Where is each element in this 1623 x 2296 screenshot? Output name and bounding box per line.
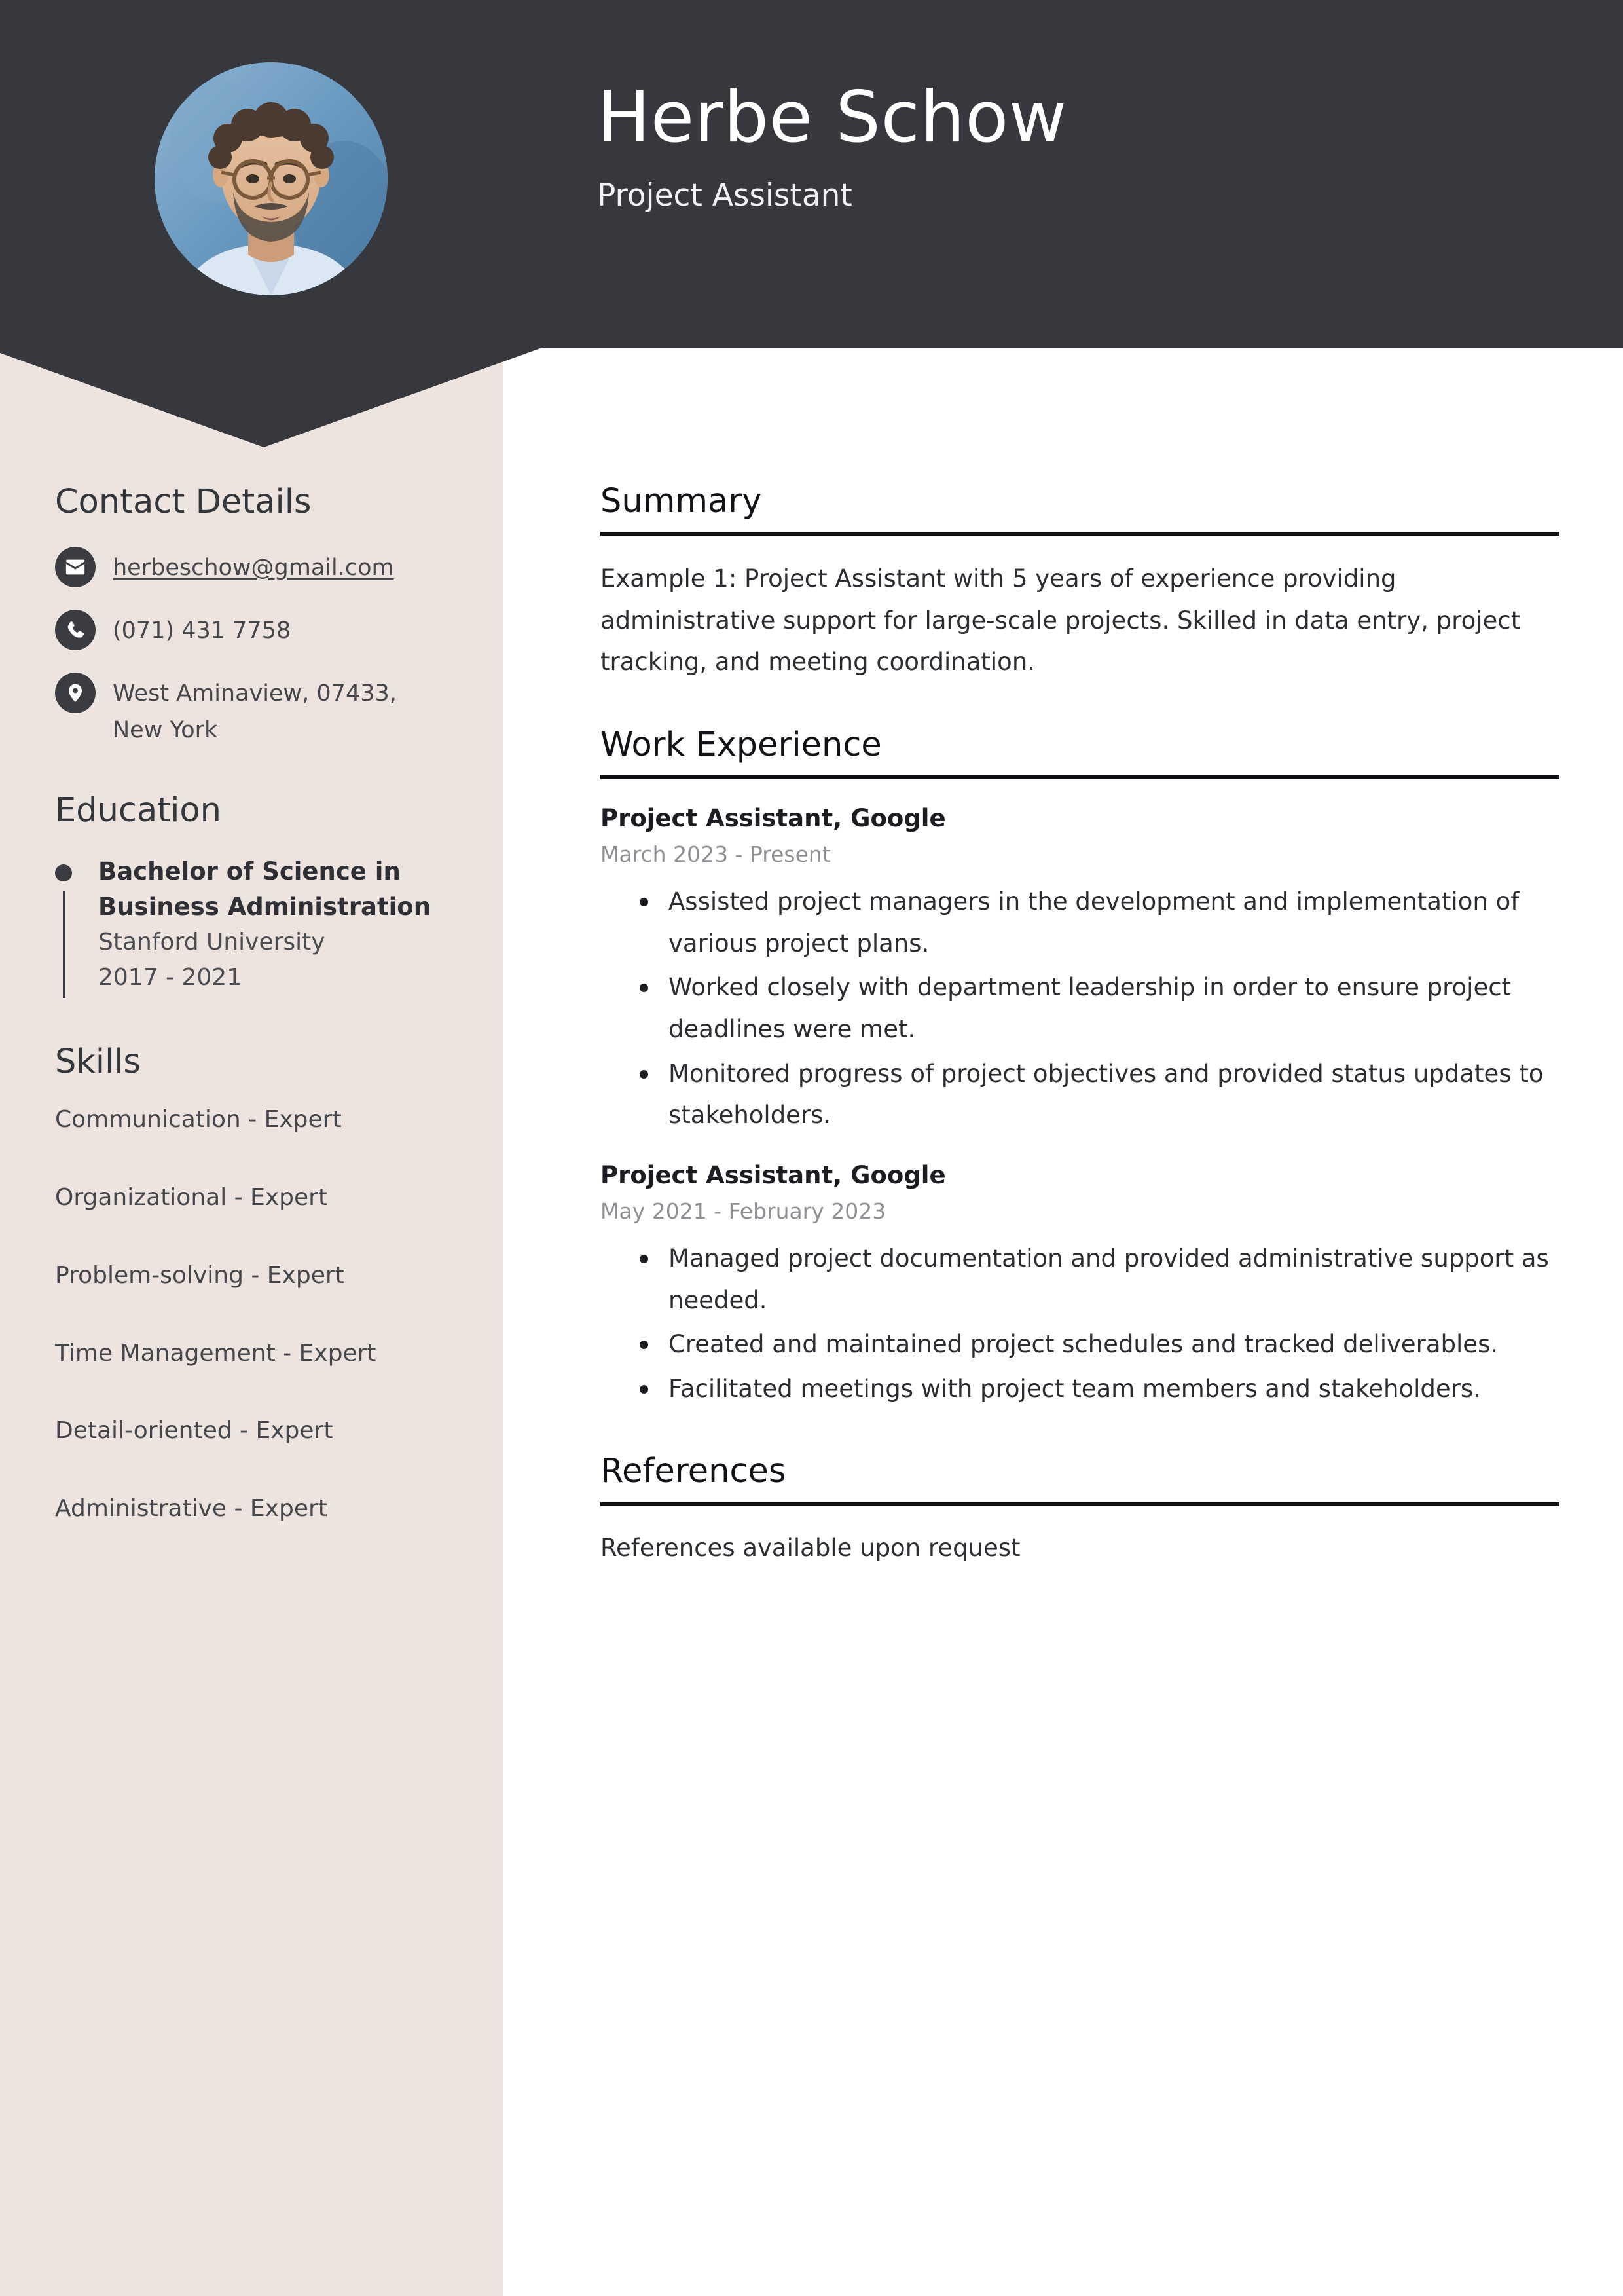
- references-section: References References available upon req…: [600, 1451, 1559, 1566]
- map-pin-icon: [55, 672, 96, 713]
- job-role: Project Assistant, Google: [600, 804, 946, 833]
- education-entry: Bachelor of Science in Business Administ…: [55, 854, 449, 1001]
- phone-icon: [55, 609, 96, 650]
- skill-item: Communication - Expert: [55, 1106, 342, 1134]
- avatar: [155, 62, 388, 295]
- references-text: References available upon request: [600, 1533, 1021, 1562]
- contact-details-heading: Contact Details: [55, 483, 312, 521]
- work-experience-heading: Work Experience: [600, 725, 1559, 780]
- job-role: Project Assistant, Google: [600, 1160, 946, 1189]
- education-section: Education Bachelor of Science in Busines…: [55, 790, 449, 1000]
- skill-item: Problem-solving - Expert: [55, 1261, 344, 1289]
- job-dates: May 2021 - February 2023: [600, 1198, 886, 1225]
- summary-heading: Summary: [600, 481, 1559, 536]
- job-bullet: Created and maintained project schedules…: [640, 1324, 1559, 1365]
- references-heading: References: [600, 1451, 1559, 1506]
- timeline-line: [63, 890, 65, 998]
- education-heading: Education: [55, 791, 221, 830]
- job-bullet: Assisted project managers in the develop…: [640, 881, 1559, 964]
- main-content: Summary Example 1: Project Assistant wit…: [600, 481, 1559, 1609]
- skills-heading: Skills: [55, 1042, 141, 1081]
- work-experience-section: Work Experience Project Assistant, Googl…: [600, 725, 1559, 1409]
- skills-section: Skills Communication - Expert Organizati…: [55, 1041, 449, 1525]
- job-bullet: Worked closely with department leadershi…: [640, 967, 1559, 1050]
- job-bullet-list: Managed project documentation and provid…: [600, 1238, 1559, 1410]
- contact-details-section: Contact Details herbeschow@gmail.com (07…: [55, 481, 449, 749]
- summary-text: Example 1: Project Assistant with 5 year…: [600, 565, 1521, 676]
- envelope-icon: [55, 546, 96, 587]
- contact-item-email[interactable]: herbeschow@gmail.com: [55, 546, 449, 587]
- skill-item: Administrative - Expert: [55, 1495, 327, 1523]
- education-dates: 2017 - 2021: [98, 964, 242, 991]
- skill-item: Organizational - Expert: [55, 1184, 328, 1212]
- education-school: Stanford University: [98, 929, 325, 956]
- skill-item: Detail-oriented - Expert: [55, 1417, 333, 1445]
- education-degree: Bachelor of Science in Business Administ…: [98, 857, 431, 921]
- job-title: Project Assistant: [597, 177, 852, 213]
- resume-page: Herbe Schow Project Assistant Contact De…: [0, 0, 1623, 2296]
- job-dates: March 2023 - Present: [600, 842, 831, 868]
- job-bullet: Facilitated meetings with project team m…: [640, 1368, 1559, 1410]
- job-entry: Project Assistant, Google May 2021 - Feb…: [600, 1160, 1559, 1409]
- job-entry: Project Assistant, Google March 2023 - P…: [600, 803, 1559, 1136]
- phone-value[interactable]: (071) 431 7758: [113, 608, 291, 650]
- timeline-dot-icon: [55, 864, 72, 881]
- skill-item: Time Management - Expert: [55, 1339, 376, 1367]
- sidebar-content: Contact Details herbeschow@gmail.com (07…: [0, 481, 503, 1565]
- header-text-group: Herbe Schow Project Assistant: [597, 77, 1067, 214]
- address-value[interactable]: West Aminaview, 07433, New York: [113, 671, 449, 749]
- summary-section: Summary Example 1: Project Assistant wit…: [600, 481, 1559, 683]
- job-bullet: Managed project documentation and provid…: [640, 1238, 1559, 1321]
- header-chevron-shape: [0, 348, 542, 453]
- email-value[interactable]: herbeschow@gmail.com: [113, 546, 394, 587]
- page-title: Herbe Schow: [597, 77, 1067, 158]
- job-bullet: Monitored progress of project objectives…: [640, 1053, 1559, 1136]
- contact-item-phone[interactable]: (071) 431 7758: [55, 608, 449, 650]
- contact-item-address[interactable]: West Aminaview, 07433, New York: [55, 671, 449, 749]
- job-bullet-list: Assisted project managers in the develop…: [600, 881, 1559, 1136]
